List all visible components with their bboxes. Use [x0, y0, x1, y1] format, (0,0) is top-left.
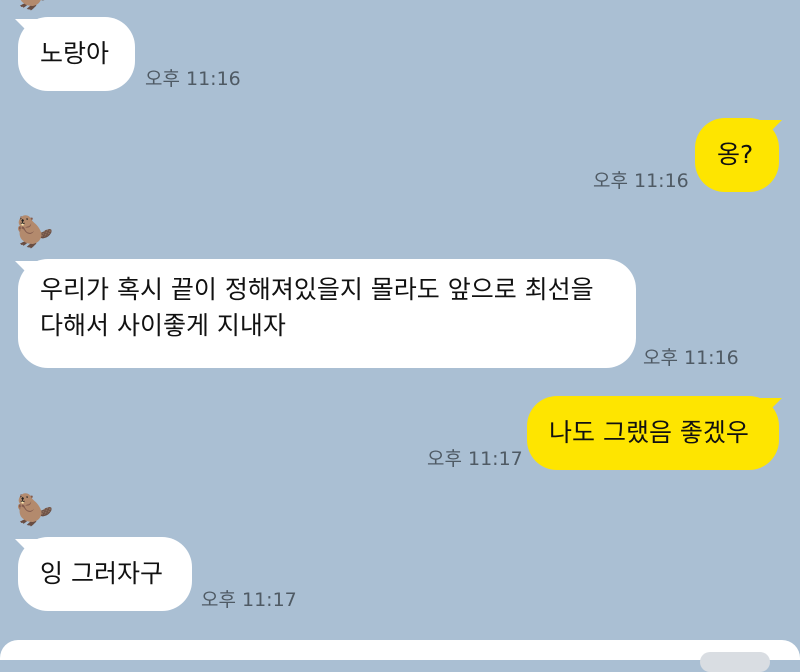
beaver-avatar-icon[interactable]: 🦫: [16, 216, 53, 250]
beaver-avatar-icon[interactable]: 🦫: [16, 0, 53, 12]
incoming-message-bubble[interactable]: 노랑아: [18, 17, 135, 91]
message-timestamp: 오후 11:16: [145, 68, 241, 90]
message-text-line-2: 다해서 사이좋게 지내자: [40, 311, 286, 340]
beaver-avatar-icon[interactable]: 🦫: [16, 494, 53, 528]
message-timestamp: 오후 11:16: [593, 170, 689, 192]
message-text: 노랑아: [40, 39, 110, 68]
message-text: 잉 그러자구: [40, 559, 163, 588]
outgoing-message-bubble[interactable]: 나도 그랬음 좋겠우: [527, 396, 779, 470]
incoming-message-bubble[interactable]: 우리가 혹시 끝이 정해져있을지 몰라도 앞으로 최선을 다해서 사이좋게 지내…: [18, 259, 636, 368]
message-timestamp: 오후 11:16: [643, 347, 739, 369]
message-text: 옹?: [717, 140, 754, 169]
message-timestamp: 오후 11:17: [427, 448, 523, 470]
incoming-message-bubble[interactable]: 잉 그러자구: [18, 537, 192, 611]
message-input-area[interactable]: [0, 640, 800, 660]
outgoing-message-bubble[interactable]: 옹?: [695, 118, 779, 192]
message-timestamp: 오후 11:17: [201, 589, 297, 611]
send-area[interactable]: [700, 652, 770, 672]
message-text-line-1: 우리가 혹시 끝이 정해져있을지 몰라도 앞으로 최선을: [40, 275, 594, 304]
message-text: 나도 그랬음 좋겠우: [549, 418, 749, 447]
